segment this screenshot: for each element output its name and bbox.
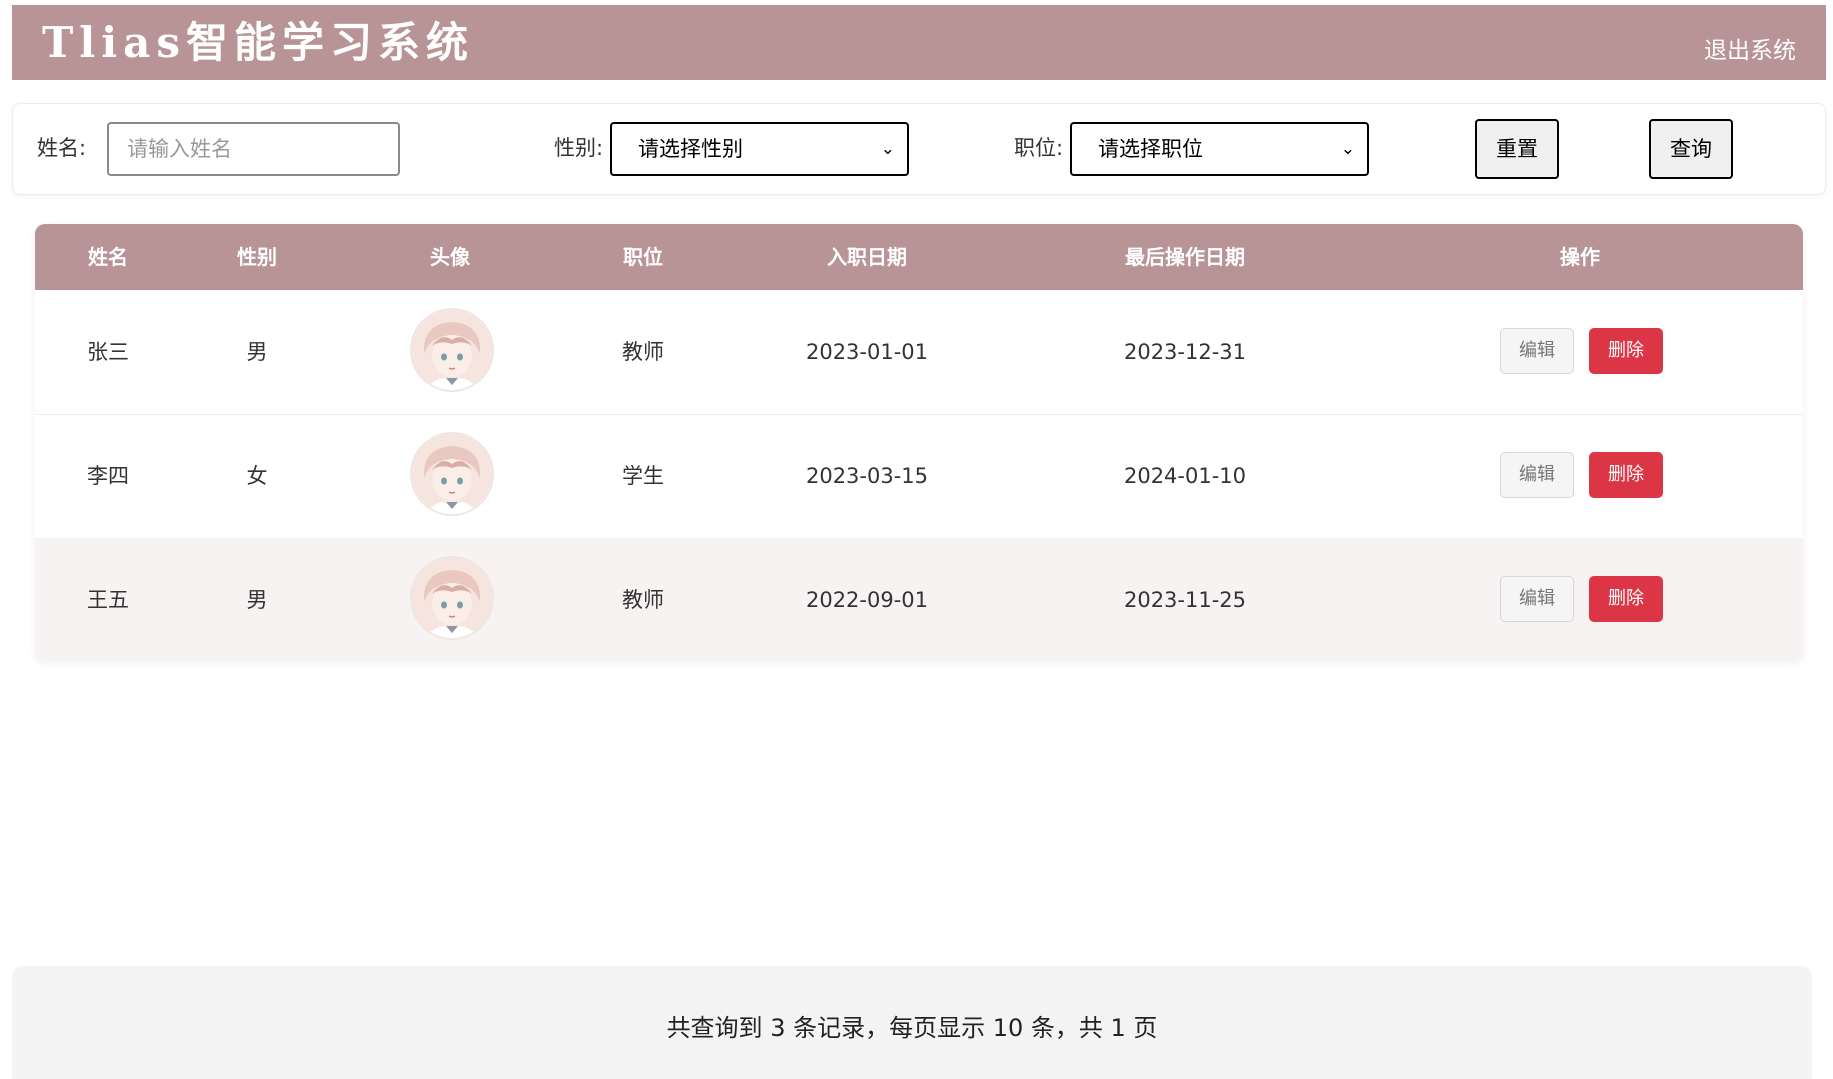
cell-entry-date: 2023-03-15 [805,464,929,488]
avatar-illustration-icon [412,310,492,390]
position-select-value: 请选择职位 [1098,137,1203,161]
delete-button[interactable]: 删除 [1589,328,1663,374]
chevron-down-icon: ⌄ [880,139,895,159]
query-button[interactable]: 查询 [1649,119,1733,179]
position-select[interactable]: 请选择职位 ⌄ [1070,122,1369,176]
edit-button[interactable]: 编辑 [1500,452,1574,498]
column-header-avatar: 头像 [430,245,470,269]
cell-gender: 女 [246,464,268,488]
cell-name: 张三 [87,340,129,364]
avatar [412,558,492,638]
cell-last-op-date: 2023-12-31 [1123,340,1247,364]
logout-link[interactable]: 退出系统 [1704,31,1796,65]
column-header-actions: 操作 [1560,245,1600,269]
table-row: 张三 男 教师 2023-01-01 2023-12-31 编辑 删除 [35,290,1803,415]
gender-label: 性别: [554,136,604,160]
name-search-input[interactable]: 请输入姓名 [107,122,400,176]
search-panel: 姓名: 请输入姓名 性别: 请选择性别 ⌄ 职位: 请选择职位 ⌄ 重置 查询 [12,103,1826,195]
column-header-position: 职位 [623,245,663,269]
table-row: 王五 男 教师 2022-09-01 2023-11-25 编辑 删除 [35,538,1803,661]
table-row: 李四 女 学生 2023-03-15 2024-01-10 编辑 删除 [35,414,1803,539]
delete-button[interactable]: 删除 [1589,452,1663,498]
cell-position: 教师 [622,340,664,364]
cell-position: 学生 [622,464,664,488]
cell-entry-date: 2022-09-01 [805,588,929,612]
cell-name: 李四 [87,464,129,488]
avatar-illustration-icon [412,434,492,514]
avatar [412,434,492,514]
chevron-down-icon: ⌄ [1340,139,1355,159]
avatar-illustration-icon [412,558,492,638]
employee-table: 姓名 性别 头像 职位 入职日期 最后操作日期 操作 张三 男 教师 2023-… [35,224,1803,661]
gender-select-value: 请选择性别 [638,137,743,161]
edit-button[interactable]: 编辑 [1500,328,1574,374]
app-title: Tlias智能学习系统 [42,18,475,67]
table-header-row: 姓名 性别 头像 职位 入职日期 最后操作日期 操作 [35,224,1803,290]
column-header-name: 姓名 [88,245,128,269]
position-label: 职位: [1014,136,1064,160]
column-header-last-op-date: 最后操作日期 [1125,245,1245,269]
cell-last-op-date: 2023-11-25 [1123,588,1247,612]
cell-gender: 男 [246,340,268,364]
pagination-summary: 共查询到 3 条记录，每页显示 10 条，共 1 页 [666,1014,1158,1042]
gender-select[interactable]: 请选择性别 ⌄ [610,122,909,176]
pagination-footer: 共查询到 3 条记录，每页显示 10 条，共 1 页 [12,966,1812,1079]
avatar [412,310,492,390]
edit-button[interactable]: 编辑 [1500,576,1574,622]
reset-button[interactable]: 重置 [1475,119,1559,179]
cell-last-op-date: 2024-01-10 [1123,464,1247,488]
name-label: 姓名: [37,136,87,160]
cell-entry-date: 2023-01-01 [805,340,929,364]
top-header: Tlias智能学习系统 退出系统 [12,5,1826,80]
column-header-entry-date: 入职日期 [827,245,907,269]
delete-button[interactable]: 删除 [1589,576,1663,622]
cell-name: 王五 [87,588,129,612]
cell-gender: 男 [246,588,268,612]
column-header-gender: 性别 [237,245,277,269]
cell-position: 教师 [622,588,664,612]
